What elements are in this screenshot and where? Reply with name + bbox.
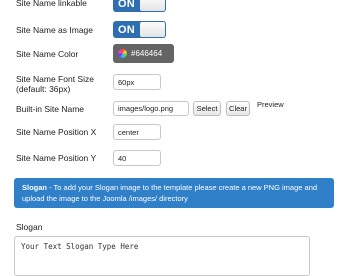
site-name-color-label: Site Name Color — [16, 49, 79, 59]
site-name-as-image-toggle[interactable]: ON — [113, 21, 166, 38]
slogan-textarea[interactable]: Your Text Slogan Type Here — [14, 236, 310, 276]
position-y-input[interactable]: 40 — [113, 150, 161, 166]
site-name-font-size-label: Site Name Font Size (default: 36px) — [16, 74, 94, 94]
alert-text: - To add your Slogan image to the templa… — [22, 183, 318, 203]
toggle-on-text: ON — [117, 23, 136, 36]
position-y-label: Site Name Position Y — [16, 153, 97, 163]
toggle-on-text: ON — [117, 0, 136, 10]
slogan-info-alert: Slogan - To add your Slogan image to the… — [14, 178, 334, 208]
position-x-input[interactable]: center — [113, 124, 161, 140]
template-settings-panel: Site Name linkable ON Site Name as Image… — [0, 0, 350, 276]
toggle-knob — [140, 22, 165, 37]
font-size-label-line2: (default: 36px) — [16, 84, 71, 94]
built-in-site-name-input[interactable]: images/logo.png — [113, 101, 189, 116]
font-size-label-line1: Site Name Font Size — [16, 74, 94, 84]
preview-label: Preview — [257, 100, 284, 109]
color-wheel-icon — [118, 49, 127, 58]
site-name-linkable-label: Site Name linkable — [16, 0, 87, 8]
select-button[interactable]: Select — [193, 101, 221, 116]
site-name-as-image-label: Site Name as Image — [16, 25, 94, 35]
slogan-label: Slogan — [16, 222, 43, 232]
site-name-linkable-toggle[interactable]: ON — [113, 0, 166, 12]
position-x-label: Site Name Position X — [16, 127, 97, 137]
toggle-knob — [140, 0, 165, 11]
color-value: #646464 — [131, 49, 163, 58]
clear-button[interactable]: Clear — [226, 101, 250, 116]
font-size-input[interactable]: 60px — [113, 74, 161, 90]
site-name-color-picker[interactable]: #646464 — [113, 44, 174, 63]
alert-title: Slogan — [22, 183, 48, 192]
built-in-site-name-label: Built-in Site Name — [16, 104, 85, 114]
